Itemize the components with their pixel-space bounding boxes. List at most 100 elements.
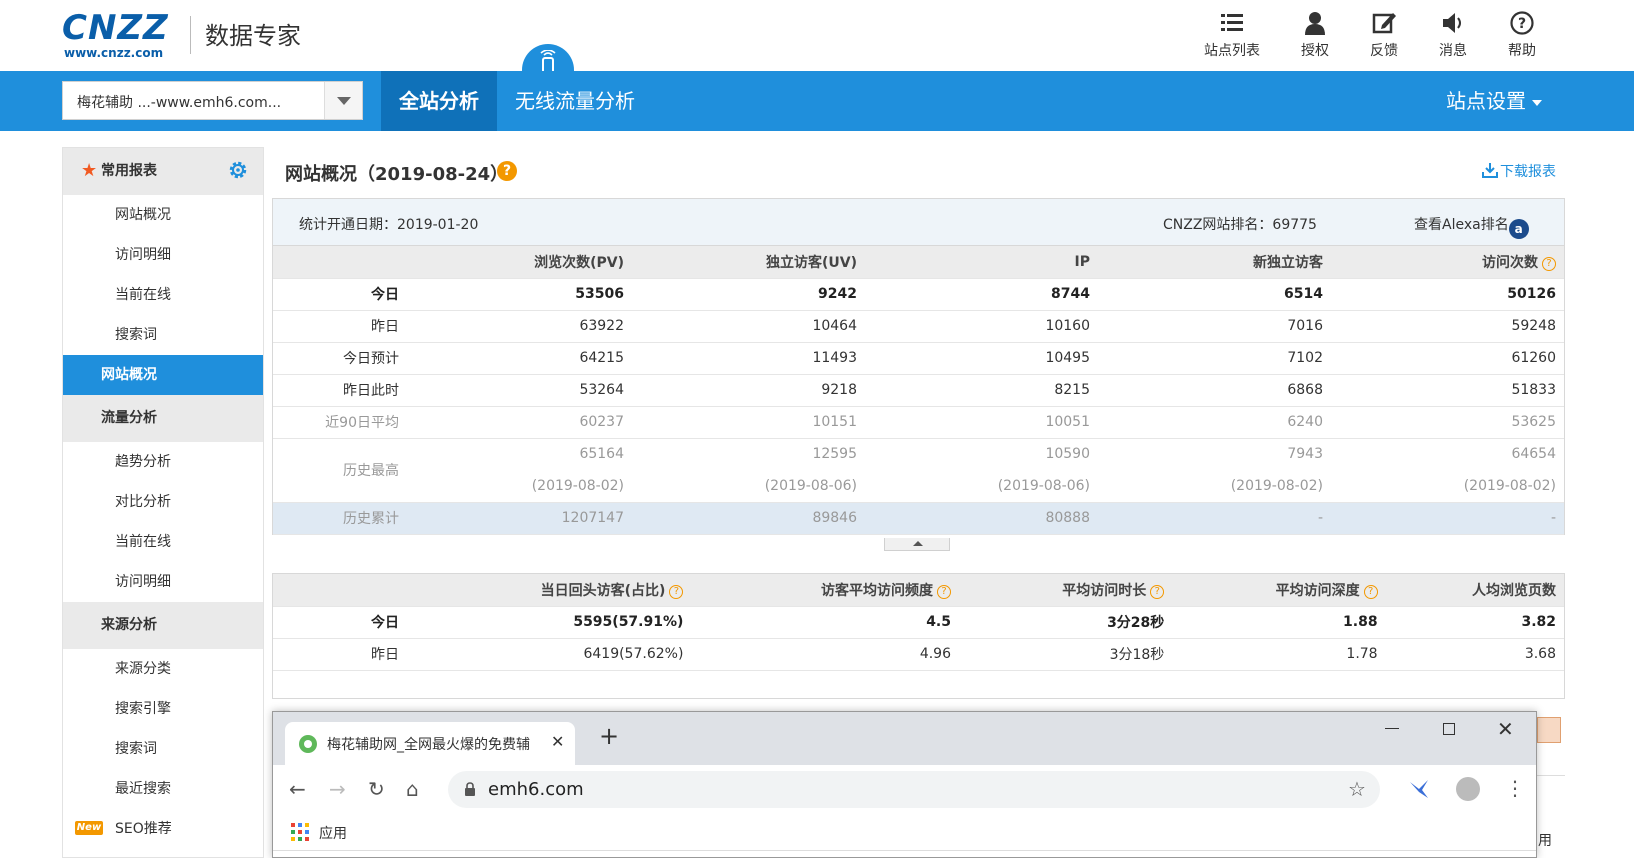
help-circle-icon[interactable]: ? bbox=[1363, 584, 1378, 599]
gear-icon[interactable] bbox=[228, 160, 248, 180]
sidebar-item-search-term[interactable]: 搜索词 bbox=[63, 729, 263, 769]
browser-window: 梅花辅助网_全网最火爆的免费辅 ✕ + ✕ ← → ↻ ⌂ emh6.com ☆… bbox=[272, 711, 1537, 858]
collapse-toggle[interactable] bbox=[884, 538, 950, 551]
cell-value: 1207147 bbox=[399, 502, 632, 535]
overview-table: 浏览次数(PV) 独立访客(UV) IP 新独立访客 访问次数? 今日 5350… bbox=[273, 246, 1564, 535]
row-label: 今日 bbox=[273, 606, 399, 639]
help-circle-icon[interactable]: ? bbox=[1150, 584, 1165, 599]
new-tab-icon[interactable]: + bbox=[599, 724, 619, 748]
sidebar-item-online-now[interactable]: 当前在线 bbox=[63, 275, 263, 315]
browser-menu-icon[interactable]: ⋮ bbox=[1505, 777, 1525, 799]
address-bar[interactable]: emh6.com ☆ bbox=[448, 771, 1380, 808]
tab-all-site-analysis[interactable]: 全站分析 bbox=[381, 71, 497, 131]
sidebar-item-source-category[interactable]: 来源分类 bbox=[63, 649, 263, 689]
help-circle-icon[interactable]: ? bbox=[937, 584, 951, 599]
nav-authorize[interactable]: 授权 bbox=[1280, 10, 1350, 60]
feedback-widget[interactable] bbox=[1537, 717, 1561, 743]
bookmark-star-icon[interactable]: ☆ bbox=[1348, 777, 1366, 801]
cell-value: 10051 bbox=[865, 406, 1098, 439]
back-icon[interactable]: ← bbox=[289, 777, 306, 801]
download-report-label: 下载报表 bbox=[1500, 164, 1556, 180]
cell-date: (2019-08-06) bbox=[865, 470, 1098, 503]
cell-value: 1.88 bbox=[1172, 606, 1386, 639]
edit-icon bbox=[1372, 13, 1396, 34]
cell-value: 7943 bbox=[1287, 446, 1323, 463]
help-circle-icon[interactable]: ? bbox=[669, 584, 684, 599]
divider bbox=[1537, 775, 1565, 776]
download-report-link[interactable]: 下载报表 bbox=[1482, 161, 1556, 181]
sidebar-section-traffic[interactable]: 流量分析 bbox=[63, 395, 263, 442]
cell-value: 6240 bbox=[1098, 406, 1331, 439]
site-settings-menu[interactable]: 站点设置 bbox=[1446, 71, 1542, 131]
forward-icon[interactable]: → bbox=[329, 777, 346, 801]
user-icon bbox=[1305, 12, 1325, 35]
sidebar-item-search-words[interactable]: 搜索词 bbox=[63, 315, 263, 355]
address-bar-url: emh6.com bbox=[488, 779, 584, 800]
cell-value: 10151 bbox=[632, 406, 865, 439]
extension-icon[interactable] bbox=[1408, 778, 1430, 800]
browser-tab[interactable]: 梅花辅助网_全网最火爆的免费辅 ✕ bbox=[285, 722, 575, 765]
sidebar-item-compare[interactable]: 对比分析 bbox=[63, 482, 263, 522]
nav-help[interactable]: ? 帮助 bbox=[1487, 10, 1557, 60]
chevron-down-icon[interactable] bbox=[324, 82, 362, 119]
bookmark-apps-label[interactable]: 应用 bbox=[319, 823, 347, 843]
cell-value: 11493 bbox=[632, 342, 865, 375]
close-window-icon[interactable]: ✕ bbox=[1497, 717, 1514, 741]
sidebar-item-visits[interactable]: 访问明细 bbox=[63, 562, 263, 602]
sidebar-section-label: 常用报表 bbox=[101, 163, 157, 179]
alexa-rank-label: 查看Alexa排名 bbox=[1414, 217, 1509, 233]
nav-site-list[interactable]: 站点列表 bbox=[1197, 10, 1267, 60]
home-icon[interactable]: ⌂ bbox=[406, 777, 419, 801]
cell-value: 64215 bbox=[399, 342, 632, 375]
close-tab-icon[interactable]: ✕ bbox=[551, 732, 564, 751]
table-header-label: 当日回头访客(占比) bbox=[540, 582, 666, 599]
sidebar-item-seo[interactable]: New SEO推荐 bbox=[63, 809, 263, 849]
cell-value: 8215 bbox=[865, 374, 1098, 407]
sidebar-item-visit-detail[interactable]: 访问明细 bbox=[63, 235, 263, 275]
maximize-icon[interactable] bbox=[1443, 723, 1455, 735]
tab-wireless-analysis[interactable]: 无线流量分析 bbox=[515, 71, 635, 131]
cell-value: 64654 bbox=[1511, 446, 1556, 463]
sidebar-section-common[interactable]: ★ 常用报表 bbox=[63, 148, 263, 195]
sidebar-item-recent-search[interactable]: 最近搜索 bbox=[63, 769, 263, 809]
sidebar-item-active-overview[interactable]: 网站概况 bbox=[63, 355, 263, 395]
help-circle-icon[interactable]: ? bbox=[1542, 256, 1556, 271]
alexa-icon: a bbox=[1508, 219, 1529, 239]
sidebar-section-source[interactable]: 来源分析 bbox=[63, 602, 263, 649]
cell-value: 53506 bbox=[399, 278, 632, 311]
cnzz-logo[interactable]: CNZZ www.cnzz.com bbox=[62, 8, 182, 60]
row-label: 昨日 bbox=[273, 638, 399, 671]
logo-text: CNZZ bbox=[62, 8, 169, 48]
row-label: 近90日平均 bbox=[273, 406, 399, 439]
caret-down-icon bbox=[1532, 99, 1542, 106]
page-title: 网站概况（2019-08-24） bbox=[285, 164, 509, 185]
table-row: 昨日 6419(57.62%) 4.96 3分18秒 1.78 3.68 bbox=[273, 638, 1564, 671]
nav-feedback[interactable]: 反馈 bbox=[1349, 10, 1419, 60]
minimize-icon[interactable] bbox=[1385, 728, 1399, 729]
sidebar-item-search-engine[interactable]: 搜索引擎 bbox=[63, 689, 263, 729]
cell-value: 6419(57.62%) bbox=[399, 638, 692, 671]
table-header-new-uv: 新独立访客 bbox=[1098, 246, 1331, 279]
alexa-rank-link[interactable]: 查看Alexa排名 a bbox=[1414, 214, 1529, 239]
row-label: 今日预计 bbox=[273, 342, 399, 375]
sidebar-item-seo-label: SEO推荐 bbox=[115, 821, 172, 837]
nav-messages[interactable]: 消息 bbox=[1418, 10, 1488, 60]
table-header-ip: IP bbox=[865, 246, 1098, 279]
sidebar-item-trend[interactable]: 趋势分析 bbox=[63, 442, 263, 482]
sidebar-item-site-overview[interactable]: 网站概况 bbox=[63, 195, 263, 235]
apps-grid-icon[interactable] bbox=[291, 823, 309, 841]
cell-date: (2019-08-02) bbox=[1331, 470, 1564, 503]
reload-icon[interactable]: ↻ bbox=[368, 777, 385, 801]
cell-value: 7102 bbox=[1098, 342, 1331, 375]
site-selector[interactable]: 梅花辅助 ...-www.emh6.com... bbox=[62, 81, 363, 120]
table-header-visits-label: 访问次数 bbox=[1482, 254, 1538, 271]
partial-text: 用 bbox=[1538, 833, 1552, 849]
profile-avatar[interactable] bbox=[1456, 777, 1480, 801]
sidebar-item-online[interactable]: 当前在线 bbox=[63, 522, 263, 562]
main-nav-bar: 梅花辅助 ...-www.emh6.com... 全站分析 无线流量分析 站点设… bbox=[0, 71, 1634, 131]
sidebar: ★ 常用报表 网站概况 访问明细 当前在线 搜索词 网站概况 流量分析 趋势分析… bbox=[62, 147, 264, 858]
cell-value: 50126 bbox=[1331, 278, 1564, 311]
help-icon[interactable]: ? bbox=[497, 161, 517, 181]
cell-value: 89846 bbox=[632, 502, 865, 535]
cell-value: 51833 bbox=[1331, 374, 1564, 407]
